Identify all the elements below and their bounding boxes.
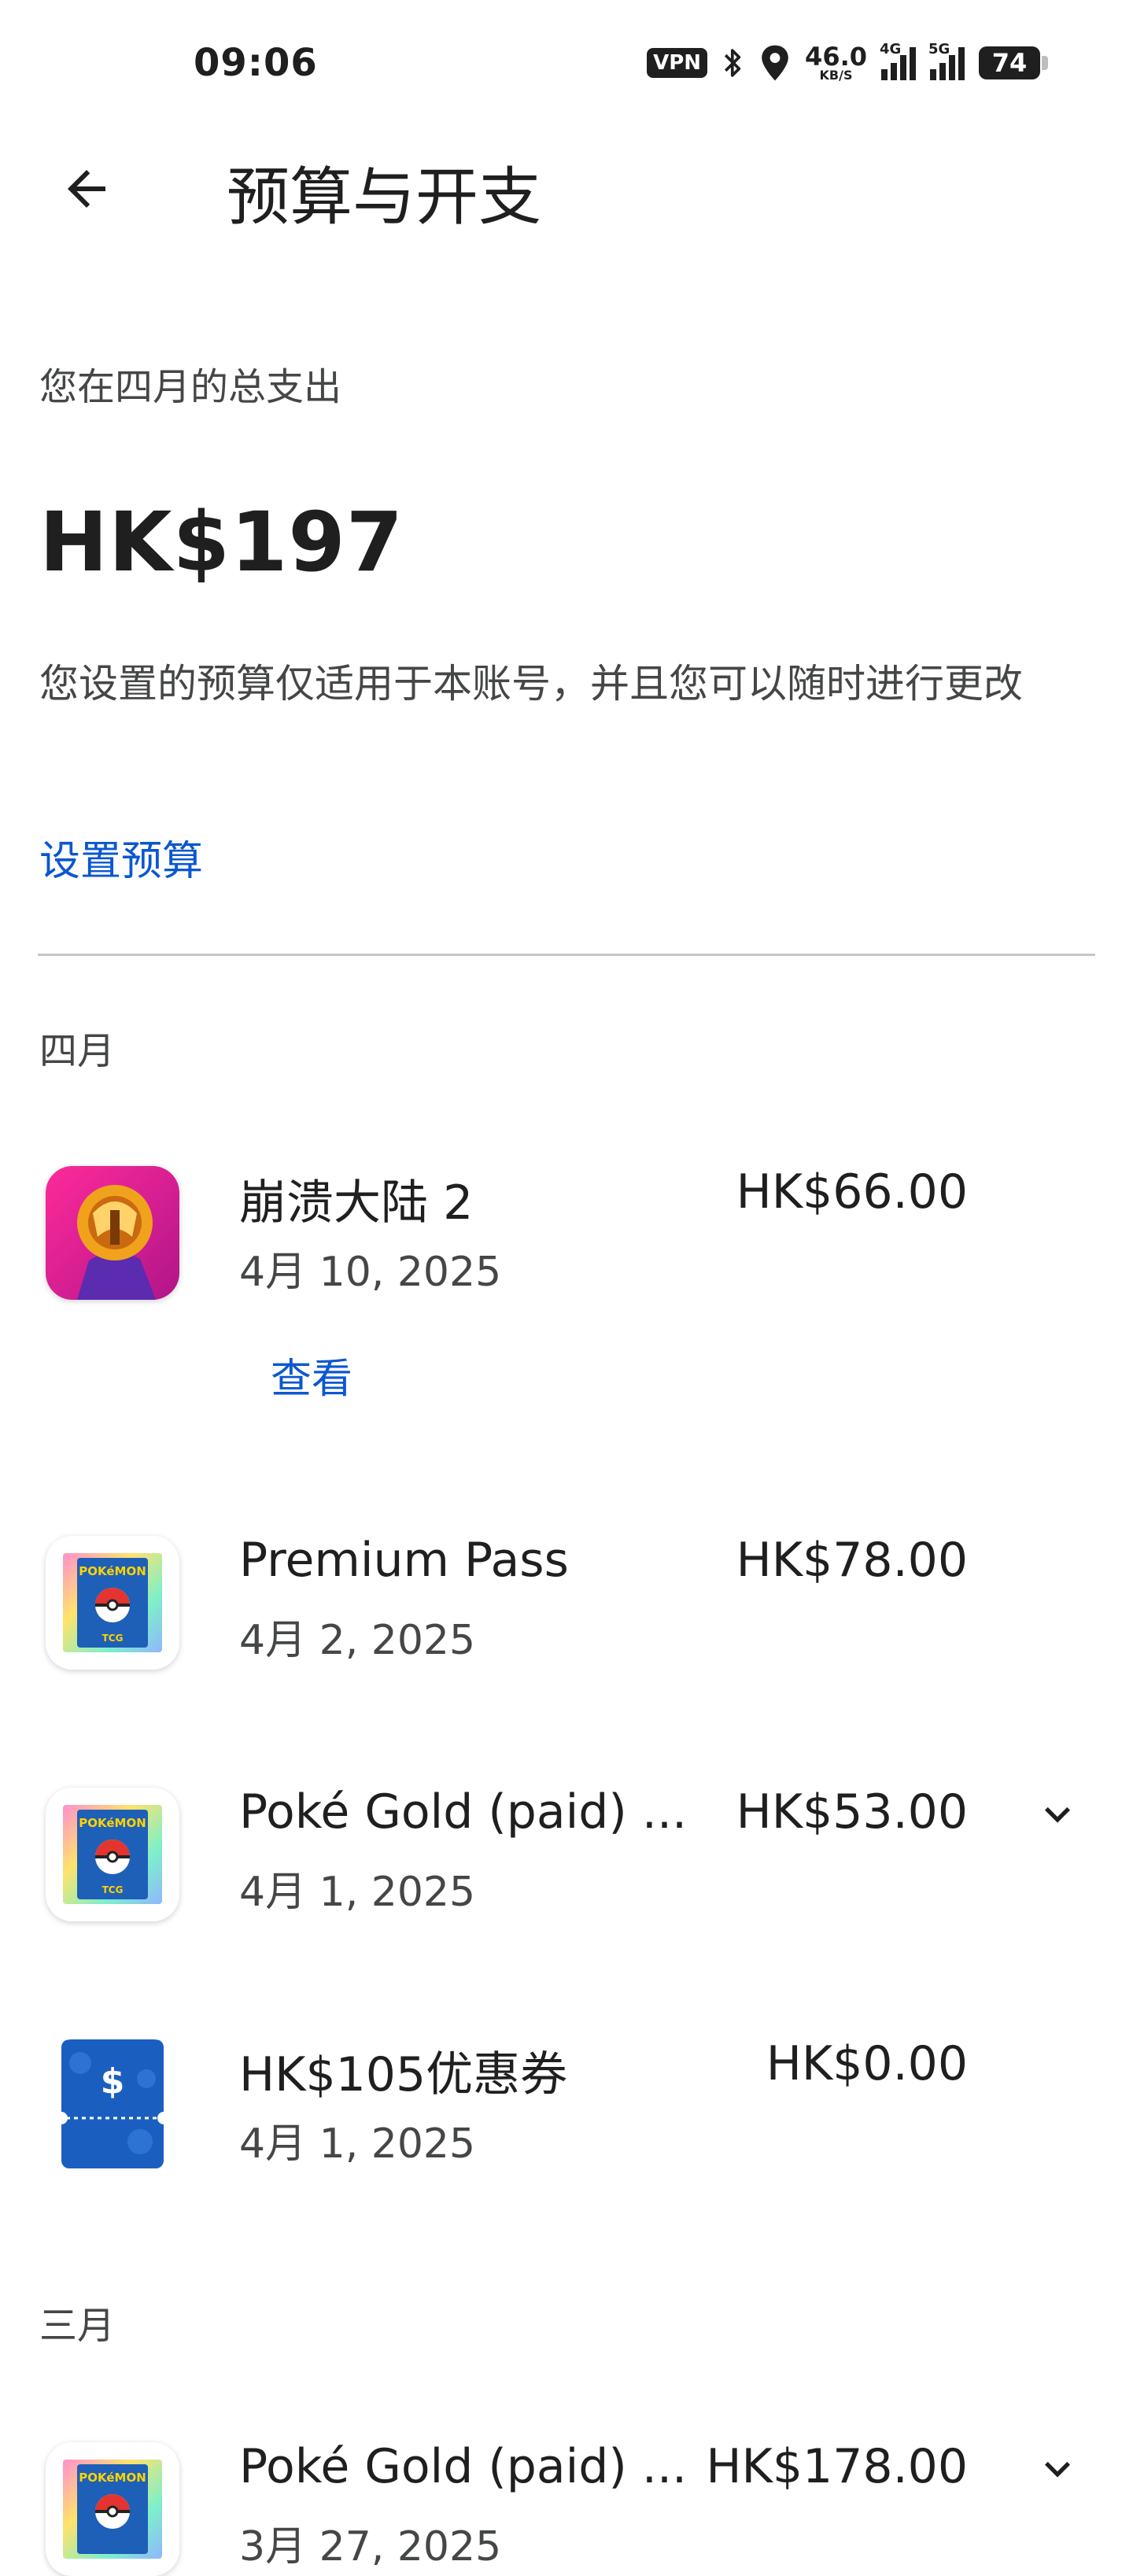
month-heading-april: 四月 xyxy=(39,1029,116,1073)
location-icon xyxy=(762,45,788,81)
item-title: Premium Pass xyxy=(239,1533,569,1588)
item-price: HK$53.00 xyxy=(736,1784,968,1840)
view-button[interactable]: 查看 xyxy=(271,1345,352,1404)
purchase-row[interactable]: POKéMON xyxy=(46,2442,179,2576)
signal-5g-icon: 5G xyxy=(928,41,965,80)
expand-button[interactable] xyxy=(1026,1783,1089,1846)
arrow-back-icon xyxy=(68,170,105,208)
svg-text:TCG: TCG xyxy=(102,1884,124,1895)
item-date: 4月 10, 2025 xyxy=(239,1249,502,1296)
spend-caption: 您在四月的总支出 xyxy=(39,365,342,409)
bluetooth-icon xyxy=(724,49,741,77)
set-budget-link[interactable]: 设置预算 xyxy=(39,828,203,887)
back-button[interactable] xyxy=(47,149,126,228)
battery-icon: 74 xyxy=(979,46,1048,79)
purchase-row[interactable]: POKéMON TCG xyxy=(46,1788,179,1921)
pokemon-tcg-icon: POKéMON TCG xyxy=(46,1788,179,1921)
purchase-row[interactable]: POKéMON TCG xyxy=(46,1536,179,1670)
item-date: 4月 1, 2025 xyxy=(239,1869,476,1916)
chevron-down-icon xyxy=(1045,1807,1070,1823)
item-price: HK$178.00 xyxy=(706,2439,968,2494)
divider xyxy=(38,954,1095,956)
crashlands-game-icon xyxy=(46,1166,179,1300)
item-price: HK$0.00 xyxy=(766,2036,968,2091)
purchase-row[interactable] xyxy=(46,1166,179,1300)
svg-text:POKéMON: POKéMON xyxy=(79,1816,146,1830)
network-speed: 46.0 KB/S xyxy=(805,42,867,83)
item-price: HK$66.00 xyxy=(736,1164,968,1220)
status-icons: VPN 46.0 KB/S 4G 5G 74 xyxy=(647,39,1048,87)
pokemon-tcg-icon: POKéMON xyxy=(46,2442,179,2576)
item-date: 4月 2, 2025 xyxy=(239,1617,476,1664)
item-date: 4月 1, 2025 xyxy=(239,2120,476,2168)
total-spend: HK$197 xyxy=(39,494,404,590)
chevron-down-icon xyxy=(1045,2461,1070,2478)
item-title: HK$105优惠券 xyxy=(239,2047,568,2102)
status-time: 09:06 xyxy=(194,41,318,85)
item-title: Poké Gold (paid) ... xyxy=(239,1784,688,1840)
expand-button[interactable] xyxy=(1026,2438,1089,2500)
item-title: Poké Gold (paid) ... xyxy=(239,2439,688,2494)
vpn-icon: VPN xyxy=(647,48,708,78)
page-title: 预算与开支 xyxy=(227,161,541,234)
budget-description: 您设置的预算仅适用于本账号，并且您可以随时进行更改 xyxy=(39,661,1023,707)
item-date: 3月 27, 2025 xyxy=(239,2523,502,2570)
item-title: 崩溃大陆 2 xyxy=(239,1175,474,1231)
month-heading-march: 三月 xyxy=(39,2304,116,2348)
signal-4g-icon: 4G xyxy=(880,41,916,80)
item-price: HK$78.00 xyxy=(736,1533,968,1588)
pokemon-tcg-icon: POKéMON TCG xyxy=(46,1536,179,1670)
svg-text:POKéMON: POKéMON xyxy=(79,1564,146,1578)
coupon-icon: $ xyxy=(46,2039,179,2173)
purchase-row[interactable]: $ xyxy=(46,2039,179,2173)
svg-text:TCG: TCG xyxy=(102,1633,124,1644)
svg-text:POKéMON: POKéMON xyxy=(79,2471,146,2485)
svg-text:$: $ xyxy=(101,2061,125,2102)
